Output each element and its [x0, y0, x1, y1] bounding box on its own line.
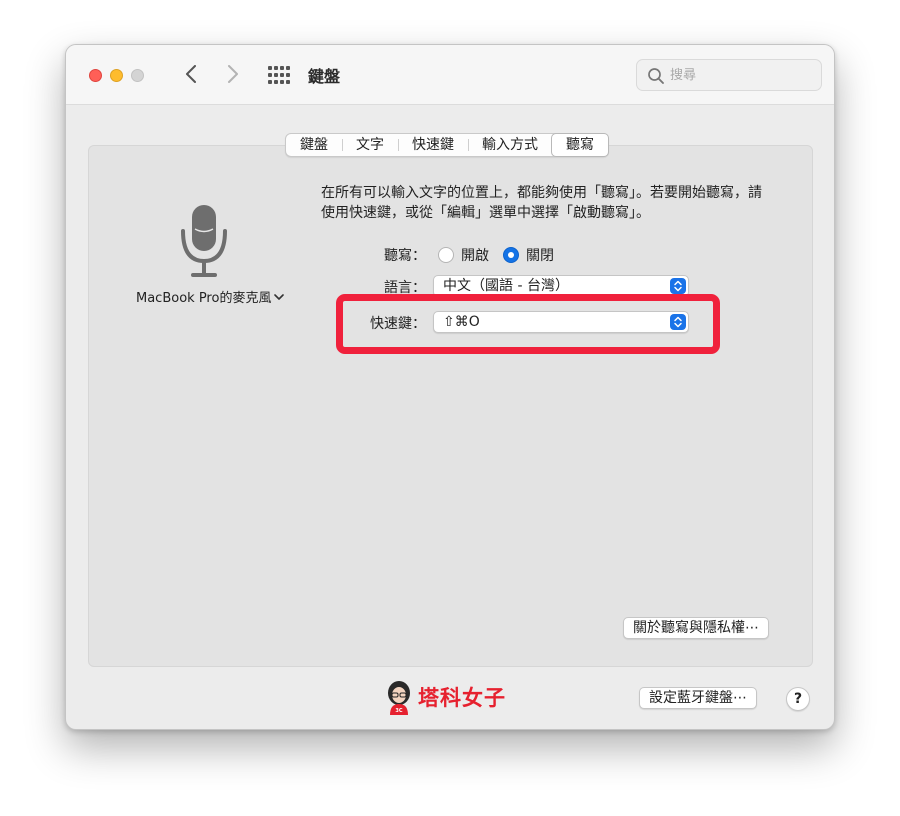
watermark-logo: 3C 塔科女子 [384, 679, 506, 715]
chevron-right-icon [228, 65, 238, 83]
tab-bar: 鍵盤 文字 快速鍵 輸入方式 聽寫 [285, 133, 609, 157]
language-value: 中文（國語 - 台灣） [443, 278, 569, 294]
chevron-down-icon [274, 293, 285, 300]
microphone-source-menu[interactable]: MacBook Pro的麥克風 [136, 287, 285, 306]
dictation-on-label: 開啟 [461, 248, 489, 264]
dictation-toggle-label: 聽寫： [384, 248, 426, 264]
dictation-off-label: 關閉 [526, 248, 554, 264]
microphone-source-label: MacBook Pro的麥克風 [136, 291, 272, 306]
tab-dictation[interactable]: 聽寫 [551, 133, 609, 157]
up-down-chevron-icon [670, 314, 686, 330]
watermark-text: 塔科女子 [418, 686, 506, 710]
microphone-icon [181, 205, 227, 277]
search-icon [648, 68, 664, 84]
shortcut-popup[interactable]: ⇧⌘O [433, 311, 689, 333]
dictation-off-option[interactable]: 關閉 [503, 245, 554, 265]
window-title: 鍵盤 [308, 67, 341, 86]
search-input[interactable] [670, 65, 815, 85]
radio-button-off-state[interactable] [438, 247, 454, 263]
help-button[interactable]: ? [786, 687, 810, 711]
svg-text:3C: 3C [395, 708, 402, 714]
dictation-on-option[interactable]: 開啟 [438, 245, 489, 265]
shortcut-label: 快速鍵： [370, 316, 426, 332]
dictation-description: 在所有可以輸入文字的位置上，都能夠使用「聽寫」。若要開始聽寫，請使用快速鍵，或從… [321, 185, 762, 221]
minimize-window-button[interactable] [110, 69, 123, 82]
setup-bluetooth-keyboard-button[interactable]: 設定藍牙鍵盤⋯ [639, 687, 757, 709]
title-bar: 鍵盤 [66, 45, 834, 105]
back-button[interactable] [178, 61, 204, 87]
radio-button-selected[interactable] [503, 247, 519, 263]
tab-shortcuts[interactable]: 快速鍵 [398, 134, 468, 156]
girl-avatar-icon: 3C [388, 681, 410, 715]
tab-text[interactable]: 文字 [342, 134, 398, 156]
search-field[interactable] [636, 59, 822, 91]
system-preferences-window: 鍵盤 鍵盤 文字 快速鍵 輸入方式 聽寫 MacBook Pro的麥克風 在所有… [65, 44, 835, 730]
dictation-privacy-button[interactable]: 關於聽寫與隱私權⋯ [623, 617, 769, 639]
forward-button[interactable] [220, 61, 246, 87]
chevron-left-icon [186, 65, 196, 83]
shortcut-value: ⇧⌘O [443, 314, 480, 330]
up-down-chevron-icon [670, 278, 686, 294]
close-window-button[interactable] [89, 69, 102, 82]
tab-input-sources[interactable]: 輸入方式 [468, 134, 552, 156]
tab-keyboard[interactable]: 鍵盤 [286, 134, 342, 156]
zoom-window-button[interactable] [131, 69, 144, 82]
dictation-toggle: 開啟 關閉 [438, 245, 568, 265]
show-all-grid-icon[interactable] [267, 65, 291, 85]
